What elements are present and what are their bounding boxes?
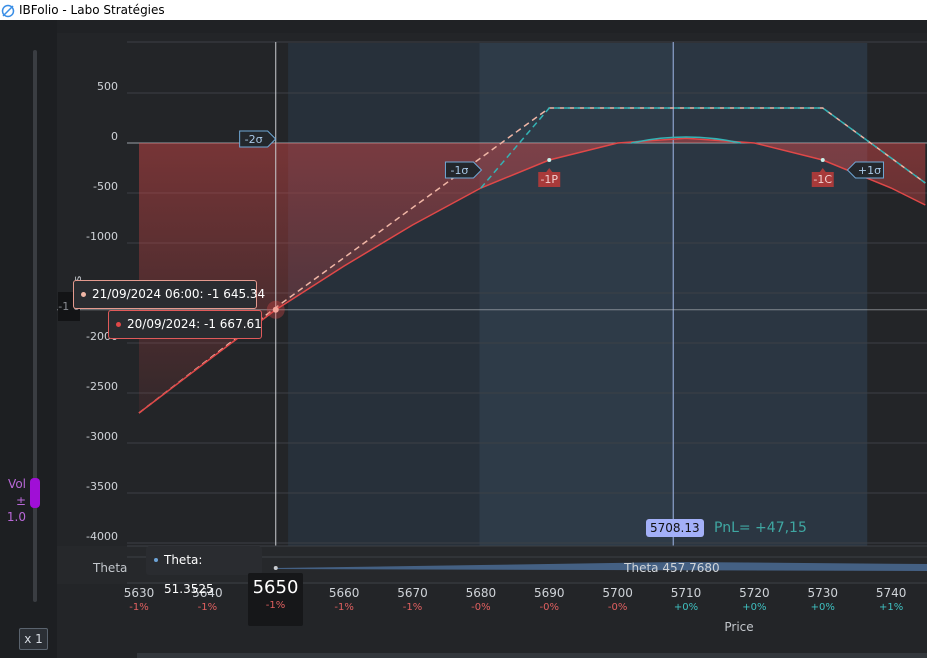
sigma-band-core (479, 43, 674, 546)
x-tick-pct: -1% (129, 602, 148, 613)
tooltip-text: Theta: 51.3525 (164, 553, 214, 596)
left-panel: Vol ± 1.0 x 1 (0, 20, 57, 658)
x-tick-pct: +0% (674, 602, 698, 613)
x-tick-pct: +0% (811, 602, 835, 613)
h-scrollbar (137, 653, 927, 658)
vol-slider-track[interactable] (33, 50, 37, 602)
x-tick-pct: -1% (334, 602, 353, 613)
series-dot-icon (116, 322, 121, 327)
tooltip-theta: Theta: 51.3525 (146, 546, 262, 596)
x-tick-label: 5740 (876, 586, 907, 600)
sigma-plus1-label: +1σ (858, 164, 881, 177)
hover-price-box: 5650 -1% (248, 573, 303, 626)
title-bar: IBFolio - Labo Stratégies (0, 0, 927, 20)
strike-put-label: -1P (540, 173, 558, 186)
x-tick-label: 5670 (397, 586, 428, 600)
current-price-badge: 5708.13 (646, 519, 704, 537)
tooltip-text: 21/09/2024 06:00: -1 645.34 (92, 287, 266, 301)
app-logo-icon (1, 3, 15, 18)
x-tick-label: 5710 (671, 586, 702, 600)
sigma-minus2-label: -2σ (245, 133, 263, 146)
theta-total-label: Theta 457.7680 (623, 561, 719, 575)
strike-call-label: -1C (813, 173, 832, 186)
app-window: IBFolio - Labo Stratégies Vol ± 1.0 x 1 … (0, 0, 927, 658)
y-tick-label: -3000 (86, 430, 118, 443)
x-axis-title: Price (724, 620, 753, 634)
y-tick-label: -3500 (86, 480, 118, 493)
zoom-button[interactable]: x 1 (19, 628, 48, 650)
tooltip-expiry-20: 20/09/2024: -1 667.61 (108, 310, 262, 339)
x-tick-label: 5690 (534, 586, 565, 600)
y-tick-label: -4000 (86, 530, 118, 543)
x-tick-pct: -1% (403, 602, 422, 613)
tooltip-text: 20/09/2024: -1 667.61 (127, 317, 262, 331)
window-title: IBFolio - Labo Stratégies (19, 3, 165, 17)
theta-hover-dot (273, 566, 278, 570)
y-tick-label: -500 (93, 180, 118, 193)
x-tick-label: 5730 (807, 586, 838, 600)
tooltip-expiry-21: 21/09/2024 06:00: -1 645.34 (73, 280, 265, 309)
x-tick-pct: -0% (471, 602, 490, 613)
vol-label: Vol (8, 477, 26, 491)
x-tick-pct: +1% (879, 602, 903, 613)
vol-slider-thumb[interactable] (30, 478, 40, 508)
x-tick-label: 5720 (739, 586, 770, 600)
x-tick-label: 5660 (329, 586, 360, 600)
theta-row-label: Theta (92, 561, 127, 575)
y-tick-label: 500 (97, 80, 118, 93)
pnl-readout: PnL= +47,15 (714, 520, 807, 536)
hover-dot-core (272, 306, 279, 313)
strike-put-dot (547, 158, 552, 162)
x-tick-label: 5680 (466, 586, 497, 600)
y-tick-label: -2500 (86, 380, 118, 393)
vol-value: ± 1.0 (6, 494, 26, 524)
series-dot-icon (81, 292, 86, 297)
x-tick-pct: -0% (608, 602, 627, 613)
y-tick-label: -1000 (86, 230, 118, 243)
y-tick-label: 0 (111, 130, 118, 143)
sigma-minus1-label: -1σ (450, 164, 468, 177)
x-tick-pct: -0% (540, 602, 559, 613)
x-tick-pct: +0% (742, 602, 766, 613)
x-tick-label: 5700 (602, 586, 633, 600)
series-dot-icon (154, 558, 158, 562)
strike-call-dot (820, 158, 825, 162)
hover-price: 5650 (252, 577, 299, 598)
x-tick-label: 5630 (124, 586, 155, 600)
hover-pct: -1% (265, 600, 286, 611)
